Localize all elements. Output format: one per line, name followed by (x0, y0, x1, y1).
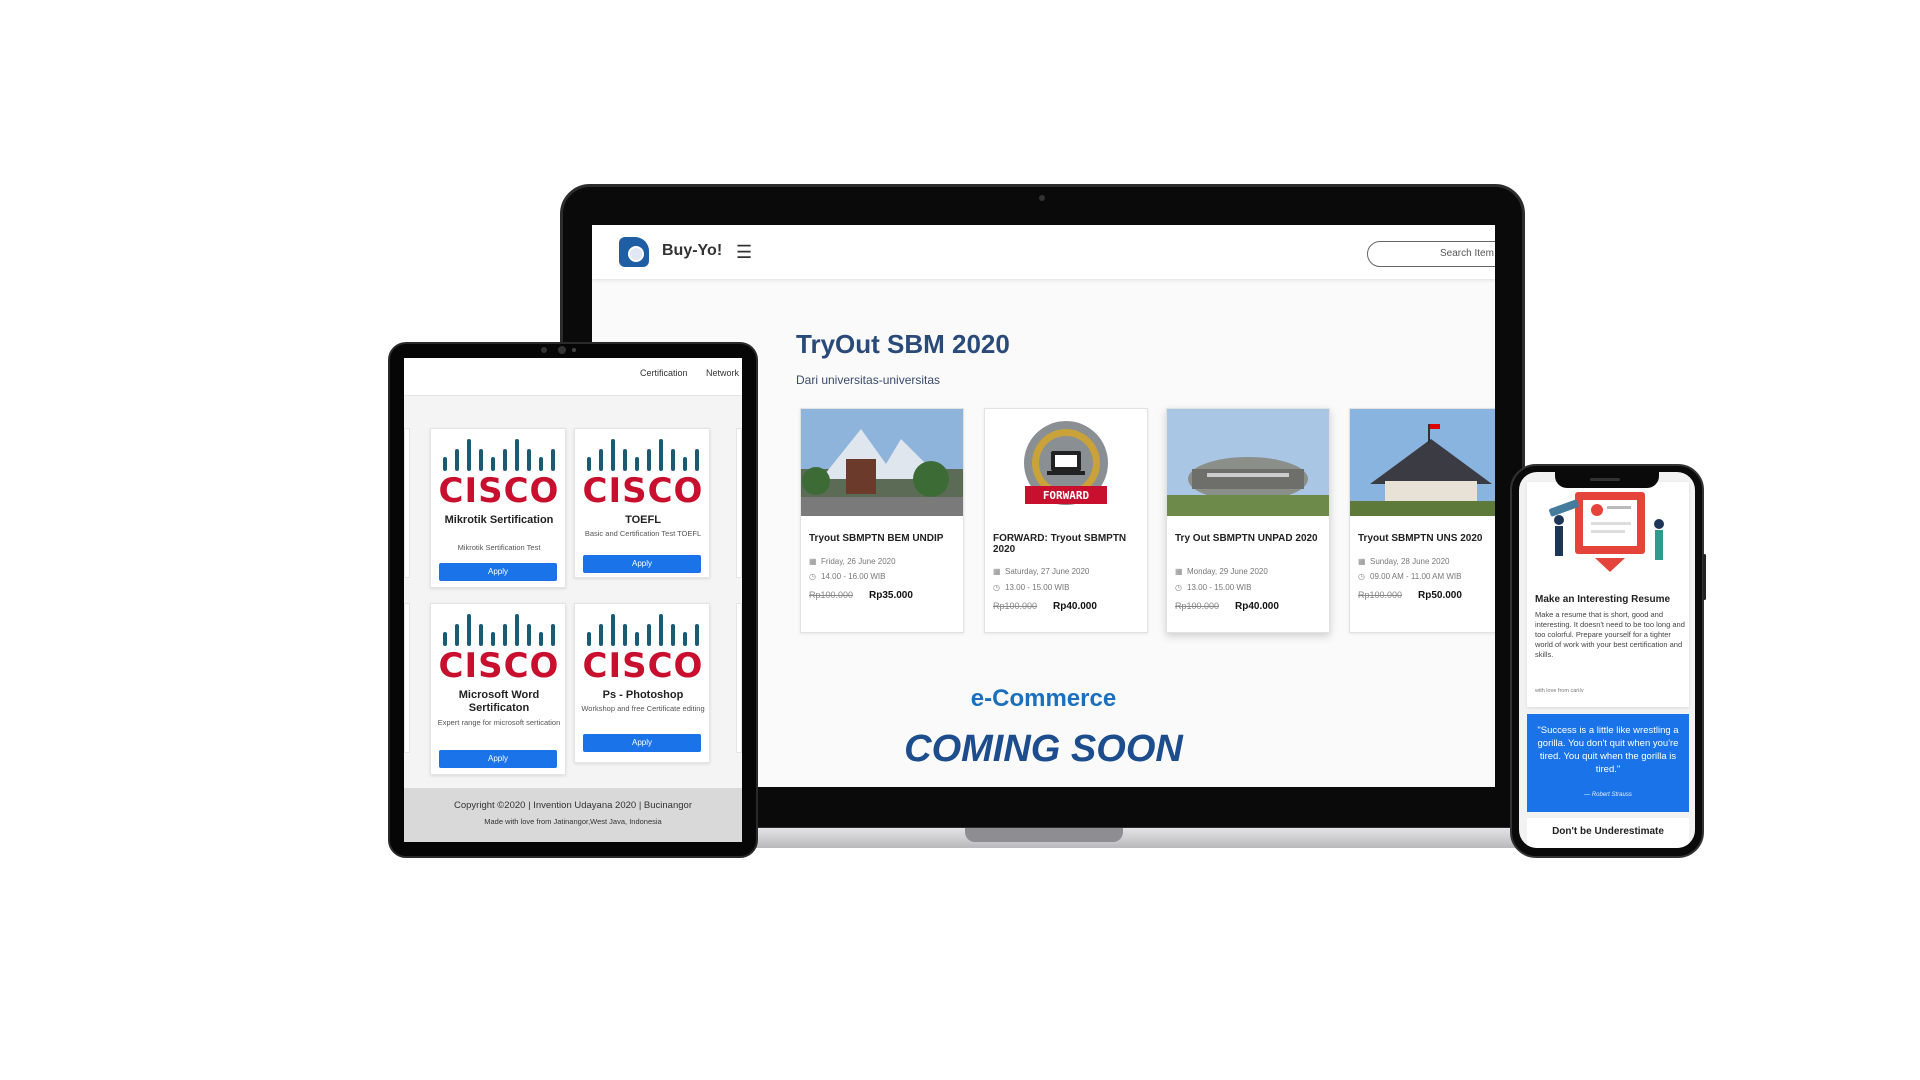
clock-icon: ◷ (993, 583, 1000, 592)
clock-icon: ◷ (1175, 583, 1182, 592)
cisco-logo-text: CISCO (582, 471, 704, 511)
card-old-price: Rp100.000 (993, 601, 1038, 611)
partial-card (736, 603, 742, 753)
card-old-price: Rp100.000 (1358, 590, 1403, 600)
card-old-price: Rp100.000 (809, 590, 854, 600)
tryout-card[interactable]: Try Out SBMPTN UNPAD 2020 ▦ Monday, 29 Ju… (1166, 408, 1330, 633)
tablet-camera (558, 346, 566, 354)
tablet-screen: Certification Network CISCO Mikrotik Ser… (404, 358, 742, 842)
tryout-card[interactable]: Tryout SBMPTN BEM UNDIP ▦ Friday, 26 June… (800, 408, 964, 633)
footer-made-with: Made with love from Jatinangor,West Java… (484, 817, 662, 826)
card-old-price: Rp100.000 (1175, 601, 1220, 611)
laptop-camera (1039, 195, 1045, 201)
card-date: ▦ Friday, 26 June 2020 (809, 557, 896, 566)
card-date: ▦ Saturday, 27 June 2020 (993, 567, 1090, 576)
calendar-icon: ▦ (809, 557, 817, 566)
clock-icon: ◷ (1358, 572, 1365, 581)
card-time: ◷ 13.00 - 15.00 WIB (1175, 583, 1252, 592)
navbar: Buy-Yo! ☰ Search Item (592, 225, 1495, 279)
tablet-footer: Copyright ©2020 | Invention Udayana 2020… (404, 788, 742, 842)
card-description: Mikrotik Sertification Test (457, 543, 541, 552)
card-price: Rp50.000 (1418, 590, 1462, 601)
apply-button[interactable]: Apply (439, 563, 557, 581)
tablet-navbar: Certification Network (404, 358, 742, 396)
phone-screen: Make an Interesting Resume Make a resume… (1519, 472, 1695, 848)
card-description: Expert range for microsoft sertication (437, 718, 561, 727)
cisco-logo-text: CISCO (438, 646, 560, 686)
card-title: Try Out SBMPTN UNPAD 2020 (1175, 533, 1318, 544)
partial-card (736, 428, 742, 578)
apply-button[interactable]: Apply (583, 555, 701, 573)
quote-text: "Success is a little like wrestling a go… (1537, 725, 1679, 775)
tryout-card[interactable]: Tryout SBMPTN UNS 2020 ▦ Sunday, 28 June … (1349, 408, 1495, 633)
clock-icon: ◷ (809, 572, 816, 581)
calendar-icon: ▦ (1175, 567, 1183, 576)
hamburger-icon[interactable]: ☰ (736, 243, 752, 261)
tablet-sensor (541, 347, 547, 353)
search-input[interactable]: Search Item (1367, 241, 1495, 267)
nav-link-certification[interactable]: Certification (640, 368, 688, 378)
card-title: FORWARD: Tryout SBMPTN 2020 (993, 533, 1127, 555)
section-title: TryOut SBM 2020 (796, 329, 1010, 359)
card-description: Workshop and free Certificate editing (581, 704, 705, 713)
brand-name[interactable]: Buy-Yo! (662, 242, 722, 260)
card-time: ◷ 13.00 - 15.00 WIB (993, 583, 1070, 592)
laptop-notch (965, 828, 1123, 842)
footer-copyright: Copyright ©2020 | Invention Udayana 2020… (454, 800, 692, 811)
resume-illustration (1549, 492, 1664, 572)
apply-button[interactable]: Apply (439, 750, 557, 768)
card-name: TOEFL (625, 514, 661, 526)
cisco-logo-icon (443, 439, 555, 471)
tablet-sensor (572, 348, 576, 352)
resume-credit: with love from cariIv (1535, 688, 1584, 694)
partial-card (404, 428, 410, 578)
phone-speaker (1590, 478, 1620, 481)
card-name: Microsoft Word Sertificaton (458, 689, 540, 714)
card-time: ◷ 14.00 - 16.00 WIB (809, 572, 886, 581)
certification-card[interactable]: CISCO Mikrotik Sertification Mikrotik Se… (430, 428, 566, 588)
card-price: Rp35.000 (869, 590, 913, 601)
cisco-logo-icon (443, 614, 555, 646)
cisco-logo-text: CISCO (582, 646, 704, 686)
unpad-stadium-image (1167, 409, 1329, 516)
nav-link-network[interactable]: Network (706, 368, 739, 378)
card-time: ◷ 09.00 AM - 11.00 AM WIB (1358, 572, 1462, 581)
card-name: Mikrotik Sertification (444, 514, 554, 526)
forward-logo-text: FORWARD (1042, 489, 1090, 502)
underestimate-card[interactable]: Don't be Underestimate (1527, 818, 1689, 848)
tryout-card[interactable]: FORWARD FORWARD: Tryout SBMPTN 2020 ▦ Sat… (984, 408, 1148, 633)
card-name: Ps - Photoshop (602, 689, 684, 701)
card-date: ▦ Monday, 29 June 2020 (1175, 567, 1268, 576)
brand-logo-icon[interactable] (619, 237, 649, 267)
card-description: Basic and Certification Test TOEFL (584, 529, 702, 538)
card-date: ▦ Sunday, 28 June 2020 (1358, 557, 1450, 566)
undip-campus-image (801, 409, 963, 516)
partial-card (404, 603, 410, 753)
certification-card[interactable]: CISCO Ps - Photoshop Workshop and free C… (574, 603, 710, 763)
card-price: Rp40.000 (1235, 601, 1279, 612)
calendar-icon: ▦ (1358, 557, 1366, 566)
card-price: Rp40.000 (1053, 601, 1097, 612)
certification-card[interactable]: CISCO Microsoft Word Sertificaton Expert… (430, 603, 566, 775)
phone-side-button (1703, 554, 1706, 600)
certification-card[interactable]: CISCO TOEFL Basic and Certification Test… (574, 428, 710, 578)
uns-building-image (1350, 409, 1495, 516)
resume-title: Make an Interesting Resume (1535, 594, 1671, 605)
cisco-logo-text: CISCO (438, 471, 560, 511)
underestimate-title: Don't be Underestimate (1552, 826, 1664, 837)
apply-button[interactable]: Apply (583, 734, 701, 752)
quote-author: — Robert Strauss (1584, 792, 1632, 798)
resume-text: Make a resume that is short, good and in… (1535, 610, 1685, 659)
card-title: Tryout SBMPTN BEM UNDIP (809, 533, 944, 544)
quote-card: "Success is a little like wrestling a go… (1527, 714, 1689, 812)
resume-card[interactable]: Make an Interesting Resume Make a resume… (1527, 482, 1689, 707)
cisco-logo-icon (587, 614, 699, 646)
calendar-icon: ▦ (993, 567, 1001, 576)
cisco-logo-icon (587, 439, 699, 471)
section-subtitle: Dari universitas-universitas (796, 373, 941, 387)
card-title: Tryout SBMPTN UNS 2020 (1358, 533, 1483, 544)
